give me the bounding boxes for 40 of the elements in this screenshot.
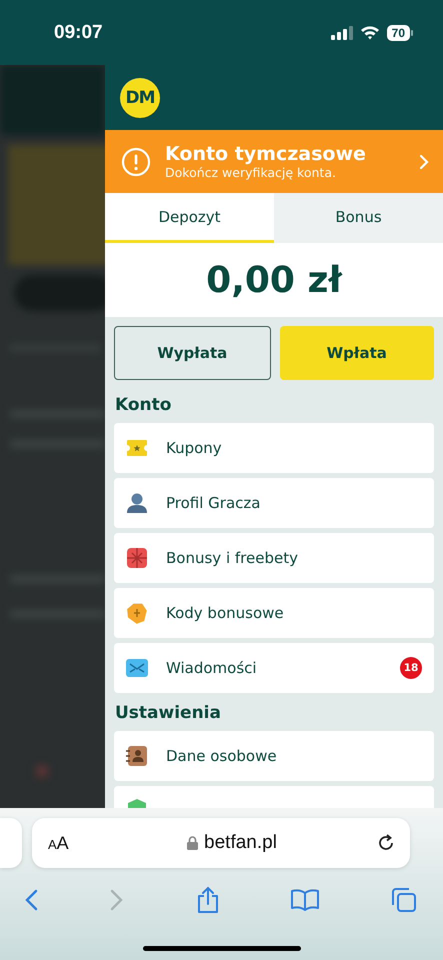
contact-card-icon xyxy=(126,745,148,767)
ticket-icon xyxy=(126,439,148,457)
gift-icon xyxy=(126,547,148,569)
person-icon xyxy=(126,492,148,514)
envelope-icon xyxy=(126,659,148,677)
clock-time: 09:07 xyxy=(54,22,104,44)
book-icon[interactable] xyxy=(290,889,319,911)
text-size-button[interactable]: AA xyxy=(48,832,88,854)
banner-subtitle: Dokończ weryfikację konta. xyxy=(165,165,337,180)
menu-item[interactable]: Dane osobowe xyxy=(114,731,434,781)
tabs-icon[interactable] xyxy=(391,887,417,913)
withdraw-button[interactable]: Wypłata xyxy=(114,326,270,380)
battery-level: 70 xyxy=(386,24,410,40)
menu-item[interactable]: Kody bonusowe xyxy=(114,588,434,638)
dimmed-page[interactable] xyxy=(0,65,105,808)
reload-icon[interactable] xyxy=(376,833,396,853)
signal-icon xyxy=(330,26,353,40)
banner-title: Konto tymczasowe xyxy=(165,143,367,165)
deposit-button[interactable]: Wpłata xyxy=(280,326,434,380)
tab[interactable]: Depozyt xyxy=(105,193,274,243)
warning-icon xyxy=(121,146,151,176)
url-text: betfan.pl xyxy=(204,832,277,854)
balance-amount: 0,00 zł xyxy=(206,260,342,300)
tab[interactable]: Bonus xyxy=(274,193,443,243)
forward-icon[interactable] xyxy=(110,889,124,911)
menu-item[interactable]: Bonusy i freebety xyxy=(114,533,434,583)
back-icon[interactable] xyxy=(24,889,38,911)
menu-item[interactable]: Kupony xyxy=(114,423,434,473)
count-badge: 18 xyxy=(400,657,422,679)
lock-icon xyxy=(187,836,198,850)
wifi-icon xyxy=(360,25,380,40)
section-heading: Ustawienia xyxy=(114,703,222,723)
share-icon[interactable] xyxy=(196,886,218,914)
address-bar[interactable]: AA betfan.pl xyxy=(32,818,410,868)
menu-item[interactable]: Wiadomości 18 xyxy=(114,643,434,693)
menu-item[interactable]: Profil Gracza xyxy=(114,478,434,528)
chevron-right-icon xyxy=(419,154,429,170)
tag-icon xyxy=(126,602,148,624)
avatar[interactable]: DM xyxy=(120,78,160,118)
section-heading: Konto xyxy=(114,395,172,415)
